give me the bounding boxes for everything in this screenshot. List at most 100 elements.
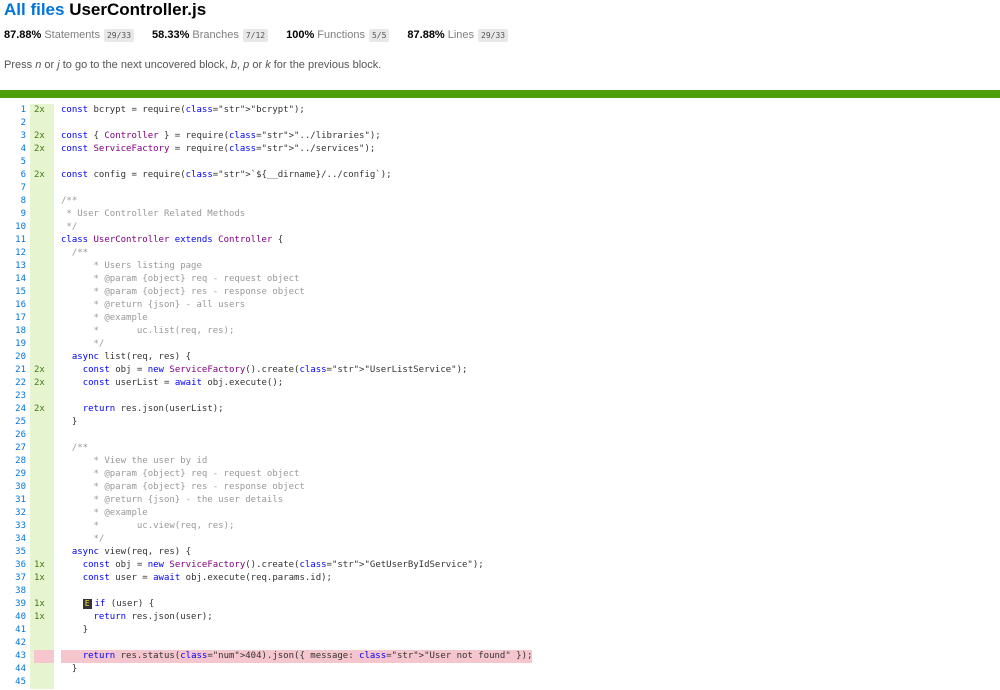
code-line: const ServiceFactory = require(class="st… xyxy=(61,144,376,154)
code-line: } xyxy=(61,417,78,427)
hit-count: 2x xyxy=(34,365,45,375)
hit-count: 2x xyxy=(34,404,45,414)
code-line: * uc.list(req, res); xyxy=(61,326,235,336)
line-number[interactable]: 43 xyxy=(0,650,26,663)
line-number[interactable]: 15 xyxy=(0,286,26,299)
line-number[interactable]: 24 xyxy=(0,403,26,416)
line-number[interactable]: 13 xyxy=(0,260,26,273)
hit-count xyxy=(34,260,54,273)
hit-counts: 2x 2x 2x 2x 2x 2x 2x 1x 1x 1x 1x xyxy=(30,104,54,689)
line-number[interactable]: 32 xyxy=(0,507,26,520)
header: All files UserController.js 87.88% State… xyxy=(0,0,1000,73)
line-number[interactable]: 8 xyxy=(0,195,26,208)
code-line: * @param {object} req - request object xyxy=(61,469,300,479)
hit-count xyxy=(34,546,54,559)
coverage-summary: 87.88% Statements 29/33 58.33% Branches … xyxy=(4,26,996,44)
code-line: */ xyxy=(61,222,78,232)
line-number[interactable]: 33 xyxy=(0,520,26,533)
line-number[interactable]: 2 xyxy=(0,117,26,130)
line-number[interactable]: 12 xyxy=(0,247,26,260)
line-number[interactable]: 45 xyxy=(0,676,26,689)
metric-fraction: 29/33 xyxy=(103,28,135,42)
metric-pct: 87.88% xyxy=(407,29,445,41)
metric-fraction: 29/33 xyxy=(478,28,509,42)
line-number[interactable]: 3 xyxy=(0,130,26,143)
line-number[interactable]: 10 xyxy=(0,221,26,234)
line-number[interactable]: 6 xyxy=(0,169,26,182)
hit-count xyxy=(34,208,54,221)
hit-count xyxy=(34,637,54,650)
line-number[interactable]: 42 xyxy=(0,637,26,650)
all-files-link[interactable]: All files xyxy=(4,0,64,19)
line-number[interactable]: 37 xyxy=(0,572,26,585)
line-number[interactable]: 4 xyxy=(0,143,26,156)
line-number[interactable]: 29 xyxy=(0,468,26,481)
hit-count xyxy=(34,221,54,234)
code-line: * @return {json} - the user details xyxy=(61,495,284,505)
metric-label: Lines xyxy=(447,29,475,41)
hit-count xyxy=(34,442,54,455)
page-title: All files UserController.js xyxy=(4,0,996,20)
line-number[interactable]: 20 xyxy=(0,351,26,364)
line-number[interactable]: 34 xyxy=(0,533,26,546)
line-number[interactable]: 39 xyxy=(0,598,26,611)
line-number[interactable]: 41 xyxy=(0,624,26,637)
metric-pct: 87.88% xyxy=(4,29,42,41)
line-number[interactable]: 7 xyxy=(0,182,26,195)
hit-count xyxy=(34,520,54,533)
line-number[interactable]: 1 xyxy=(0,104,26,117)
hit-count: 2x xyxy=(34,378,45,388)
line-number[interactable]: 26 xyxy=(0,429,26,442)
line-number[interactable]: 22 xyxy=(0,377,26,390)
hit-count xyxy=(34,663,54,676)
hit-count xyxy=(34,416,54,429)
hit-count xyxy=(34,286,54,299)
line-number[interactable]: 14 xyxy=(0,273,26,286)
code-line: * User Controller Related Methods xyxy=(61,209,246,219)
hit-count: 2x xyxy=(34,105,45,115)
code-line: /** xyxy=(61,196,78,206)
metric-fraction: 5/5 xyxy=(368,28,390,42)
hit-count xyxy=(34,585,54,598)
metric-statements: 87.88% Statements 29/33 xyxy=(4,28,135,42)
hit-count: 2x xyxy=(34,170,45,180)
line-number[interactable]: 23 xyxy=(0,390,26,403)
line-number[interactable]: 18 xyxy=(0,325,26,338)
line-number[interactable]: 30 xyxy=(0,481,26,494)
line-numbers: 1 2 3 4 5 6 7 8 9 10 11 12 13 14 15 16 17 18 19 20 21 22 23 24 2… xyxy=(0,104,30,689)
line-number[interactable]: 17 xyxy=(0,312,26,325)
line-number[interactable]: 38 xyxy=(0,585,26,598)
line-number[interactable]: 27 xyxy=(0,442,26,455)
line-number[interactable]: 9 xyxy=(0,208,26,221)
hit-count xyxy=(34,338,54,351)
hit-count xyxy=(34,468,54,481)
metric-label: Functions xyxy=(317,29,365,41)
hit-count xyxy=(34,299,54,312)
line-number[interactable]: 40 xyxy=(0,611,26,624)
code-line: */ xyxy=(61,534,105,544)
line-number[interactable]: 5 xyxy=(0,156,26,169)
line-number[interactable]: 36 xyxy=(0,559,26,572)
hit-count: 1x xyxy=(34,612,45,622)
code-line: return res.json(userList); xyxy=(82,404,224,414)
line-number[interactable]: 31 xyxy=(0,494,26,507)
code-line: * uc.view(req, res); xyxy=(61,521,235,531)
code-line: * @example xyxy=(61,313,148,323)
line-number[interactable]: 16 xyxy=(0,299,26,312)
line-number[interactable]: 35 xyxy=(0,546,26,559)
line-number[interactable]: 19 xyxy=(0,338,26,351)
hit-count xyxy=(34,429,54,442)
hit-count xyxy=(34,507,54,520)
metric-pct: 58.33% xyxy=(152,29,190,41)
line-number[interactable]: 44 xyxy=(0,663,26,676)
line-number[interactable]: 28 xyxy=(0,455,26,468)
code-line: Eif (user) { xyxy=(82,599,155,609)
line-number[interactable]: 21 xyxy=(0,364,26,377)
code-line: * Users listing page xyxy=(61,261,202,271)
hit-count: 2x xyxy=(34,144,45,154)
metric-pct: 100% xyxy=(286,29,315,41)
line-number[interactable]: 25 xyxy=(0,416,26,429)
line-number[interactable]: 11 xyxy=(0,234,26,247)
